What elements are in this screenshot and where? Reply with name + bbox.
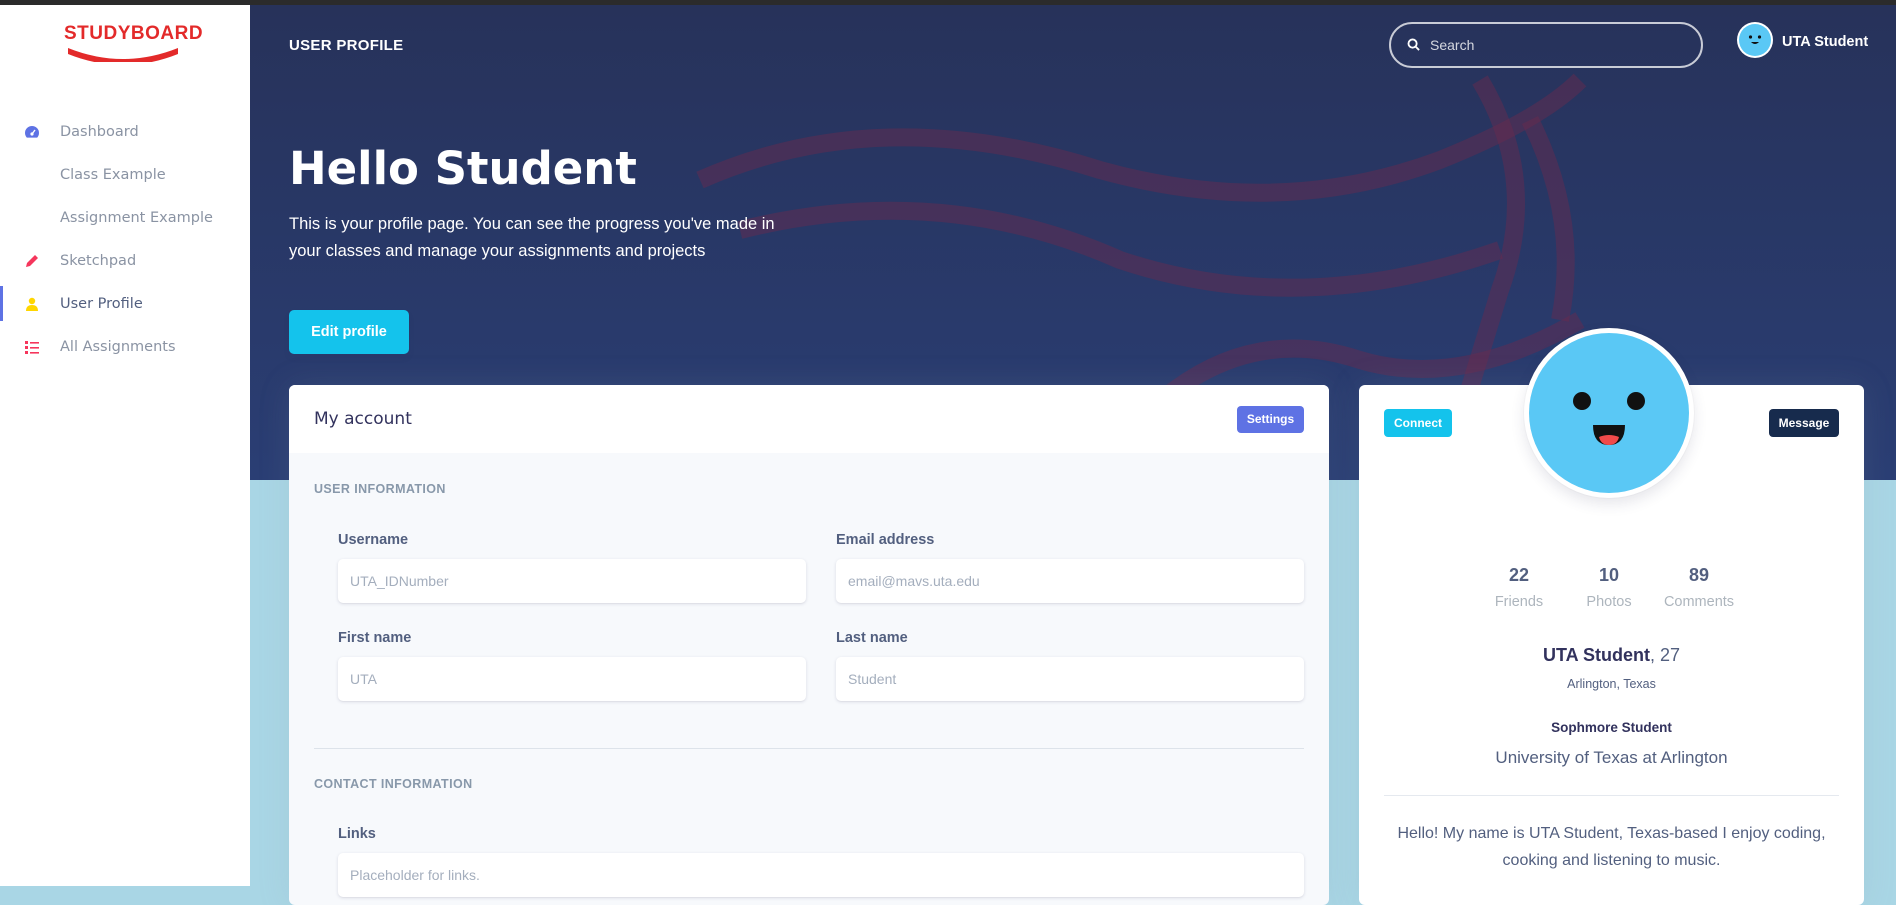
my-account-card: My account Settings USER INFORMATION Use… <box>289 385 1329 905</box>
profile-year: Sophmore Student <box>1551 720 1672 735</box>
sidebar-item-label: Class Example <box>60 166 166 183</box>
window-top-bar <box>0 0 1896 5</box>
settings-button[interactable]: Settings <box>1237 405 1304 433</box>
page-title: USER PROFILE <box>289 37 404 54</box>
profile-card: Connect Message 22 Friends 10 Photos 89 … <box>1359 328 1864 905</box>
user-menu[interactable]: UTA Student <box>1737 22 1868 62</box>
stat-value: 89 <box>1688 565 1710 585</box>
sidebar-item-label: All Assignments <box>60 338 176 355</box>
username-label: Username <box>338 532 409 548</box>
sidebar-nav: Dashboard Class Example Assignment Examp… <box>0 110 250 368</box>
section-divider <box>314 748 1304 749</box>
last-name-label: Last name <box>836 630 908 646</box>
email-field[interactable] <box>836 559 1304 603</box>
profile-location: Arlington, Texas <box>1567 677 1656 691</box>
profile-bio: Hello! My name is UTA Student, Texas-bas… <box>1397 825 1826 869</box>
links-label: Links <box>338 826 376 842</box>
sidebar-item-label: User Profile <box>60 295 143 312</box>
profile-school: University of Texas at Arlington <box>1495 748 1728 767</box>
account-card-header: My account Settings <box>289 385 1329 453</box>
sidebar-item-user-profile[interactable]: User Profile <box>0 282 250 325</box>
sidebar-item-label: Assignment Example <box>60 209 213 226</box>
user-information-heading: USER INFORMATION <box>314 482 446 496</box>
sidebar: STUDYBOARD Dashboard Class Example Assig… <box>0 0 250 886</box>
stat-label: Photos <box>1586 594 1632 610</box>
profile-age: , 27 <box>1649 645 1680 665</box>
sidebar-item-label: Sketchpad <box>60 252 137 269</box>
profile-name: UTA Student <box>1542 645 1650 665</box>
sidebar-item-label: Dashboard <box>60 123 139 140</box>
stat-label: Friends <box>1494 594 1544 610</box>
profile-name-line: UTA Student, 27 <box>1359 645 1864 666</box>
sidebar-item-all-assignments[interactable]: All Assignments <box>0 325 250 368</box>
user-name: UTA Student <box>1782 34 1869 50</box>
sidebar-item-sketchpad[interactable]: Sketchpad <box>0 239 250 282</box>
profile-avatar[interactable] <box>1524 328 1694 498</box>
account-card-title: My account <box>314 409 412 429</box>
user-icon <box>24 296 40 312</box>
stat-label: Comments <box>1663 594 1735 610</box>
message-button[interactable]: Message <box>1769 409 1839 437</box>
sidebar-item-class-example[interactable]: Class Example <box>0 153 250 196</box>
dashboard-gauge-icon <box>24 124 40 140</box>
contact-information-heading: CONTACT INFORMATION <box>314 777 473 791</box>
search-input[interactable] <box>1430 37 1680 53</box>
studyboard-logo[interactable]: STUDYBOARD <box>64 22 204 62</box>
profile-stats: 22 Friends 10 Photos 89 Comments <box>1474 565 1744 610</box>
profile-divider <box>1384 795 1839 796</box>
edit-profile-button[interactable]: Edit profile <box>289 310 409 354</box>
search-box[interactable] <box>1389 22 1703 68</box>
sidebar-item-assignment-example[interactable]: Assignment Example <box>0 196 250 239</box>
stat-value: 10 <box>1598 565 1620 585</box>
greeting-heading: Hello Student <box>289 142 637 195</box>
links-field[interactable] <box>338 853 1304 897</box>
username-field[interactable] <box>338 559 806 603</box>
first-name-field[interactable] <box>338 657 806 701</box>
last-name-field[interactable] <box>836 657 1304 701</box>
search-icon <box>1407 36 1420 55</box>
first-name-label: First name <box>338 630 412 646</box>
connect-button[interactable]: Connect <box>1384 409 1452 437</box>
stat-friends: 22 Friends <box>1474 565 1564 610</box>
stat-photos: 10 Photos <box>1564 565 1654 610</box>
logo-text: STUDYBOARD <box>64 23 204 44</box>
stat-comments: 89 Comments <box>1654 565 1744 610</box>
stat-value: 22 <box>1508 565 1530 585</box>
list-icon <box>24 339 40 355</box>
email-label: Email address <box>836 532 935 548</box>
pencil-icon <box>24 253 40 269</box>
sidebar-item-dashboard[interactable]: Dashboard <box>0 110 250 153</box>
greeting-text: This is your profile page. You can see t… <box>289 215 775 260</box>
avatar <box>1737 22 1773 62</box>
